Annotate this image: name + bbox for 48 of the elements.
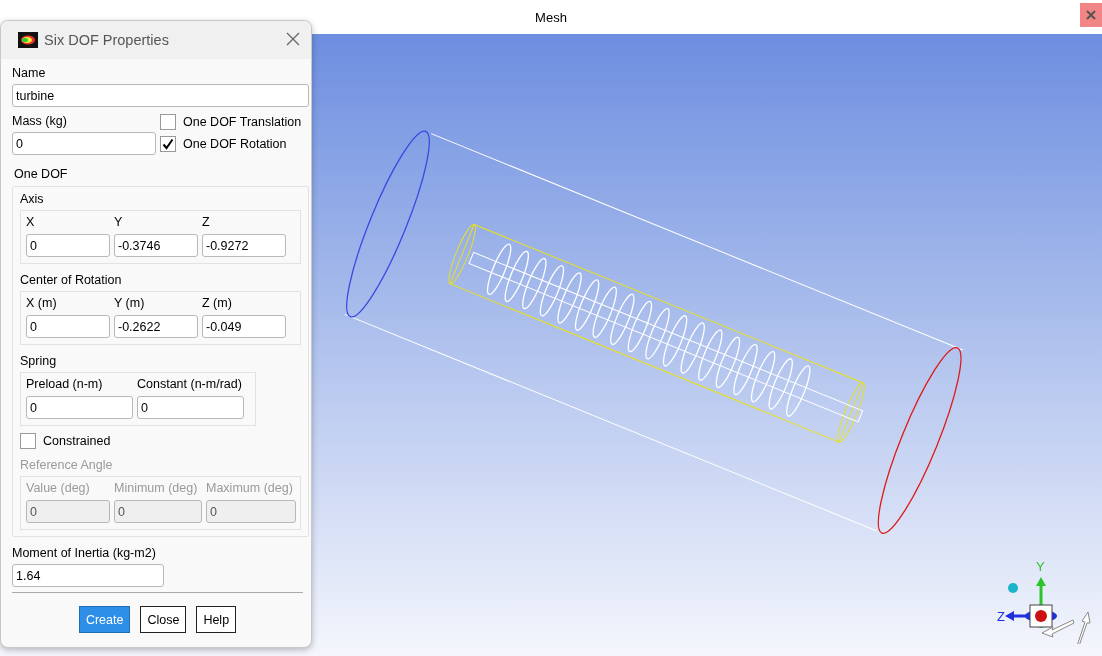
- close-icon[interactable]: [285, 32, 301, 48]
- input-field[interactable]: 0: [26, 396, 133, 419]
- field-label: Maximum (deg): [206, 480, 294, 497]
- field-label: Value (deg): [26, 480, 91, 497]
- dialog-button[interactable]: Close: [140, 606, 187, 633]
- checkbox[interactable]: [160, 136, 176, 152]
- input-field[interactable]: 0: [26, 234, 110, 257]
- field-label: Z (m): [202, 295, 233, 312]
- input-field[interactable]: 0: [12, 132, 156, 155]
- field-label: X (m): [26, 295, 58, 312]
- axis-triad-drawing: [1005, 577, 1057, 628]
- field-label: Z: [202, 214, 211, 231]
- field-label: Y (m): [114, 295, 146, 312]
- field-label: Constant (n-m/rad): [137, 376, 243, 393]
- field-label: Mass (kg): [12, 113, 68, 129]
- section-label: Center of Rotation: [20, 272, 123, 288]
- field-label: X: [26, 214, 36, 231]
- field-label: Preload (n-m): [26, 376, 104, 393]
- dialog-title: Six DOF Properties: [44, 32, 170, 48]
- section-label: Axis: [20, 191, 45, 207]
- input-field[interactable]: 0: [26, 315, 110, 338]
- field-label: Name: [12, 65, 47, 81]
- window-title: Mesh: [535, 9, 567, 25]
- section-label: Spring: [20, 353, 58, 369]
- section-label: One DOF: [13, 166, 69, 182]
- input-field[interactable]: 0: [137, 396, 244, 419]
- checkbox-label: One DOF Rotation: [183, 137, 287, 151]
- app-logo-icon: [18, 32, 38, 48]
- checkbox[interactable]: [160, 114, 176, 130]
- checkbox-label: One DOF Translation: [183, 115, 302, 129]
- close-icon: [1086, 10, 1096, 20]
- field-label: Y: [114, 214, 124, 231]
- input-field[interactable]: -0.3746: [114, 234, 198, 257]
- section-label: Reference Angle: [20, 457, 114, 473]
- dialog-button[interactable]: Help: [196, 606, 237, 633]
- input-field[interactable]: -0.2622: [114, 315, 198, 338]
- input-field[interactable]: turbine: [12, 84, 309, 107]
- input-field[interactable]: 1.64: [12, 564, 164, 587]
- checkbox-label: Constrained: [43, 434, 111, 448]
- input-field[interactable]: -0.049: [202, 315, 286, 338]
- close-button[interactable]: [1080, 3, 1102, 27]
- sphere-icon: [1008, 583, 1018, 593]
- checkbox[interactable]: [20, 433, 36, 449]
- input-field[interactable]: -0.9272: [202, 234, 286, 257]
- z-axis-label: Z: [997, 610, 1005, 623]
- field-label: Minimum (deg): [114, 480, 199, 497]
- y-axis-label: Y: [1036, 560, 1045, 573]
- field-label: Moment of Inertia (kg-m2): [12, 545, 157, 561]
